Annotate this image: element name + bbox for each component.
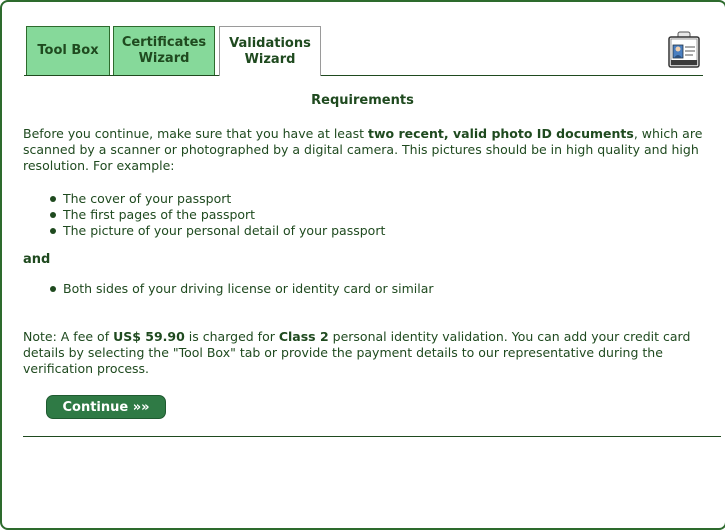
divider bbox=[23, 436, 721, 437]
list-item: The cover of your passport bbox=[49, 191, 385, 207]
and-label: and bbox=[23, 252, 51, 267]
list-item: The first pages of the passport bbox=[49, 207, 385, 223]
list-item: The picture of your personal detail of y… bbox=[49, 223, 386, 238]
tab-certificates-wizard[interactable]: Certificates Wizard bbox=[113, 26, 215, 75]
list-item: Both sides of your driving license or id… bbox=[50, 281, 434, 296]
tab-validations-wizard[interactable]: Validations Wizard bbox=[219, 26, 321, 76]
tab-validations-wizard-label: Validations Wizard bbox=[229, 35, 311, 67]
tab-certificates-wizard-label: Certificates Wizard bbox=[121, 35, 207, 66]
continue-button[interactable]: Continue »» bbox=[46, 395, 166, 419]
tab-tool-box[interactable]: Tool Box bbox=[26, 26, 110, 75]
passport-list: The cover of your passport The first pag… bbox=[23, 191, 385, 239]
app-frame bbox=[0, 0, 725, 530]
id-badge-icon bbox=[668, 31, 700, 68]
fee-note: Note: A fee of US$ 59.90 is charged for … bbox=[23, 329, 691, 376]
tab-tool-box-label: Tool Box bbox=[37, 43, 99, 58]
license-list: Both sides of your driving license or id… bbox=[23, 281, 434, 297]
tab-bar: Tool Box Certificates Wizard Validations W… bbox=[24, 25, 703, 76]
page-title: Requirements bbox=[311, 93, 414, 108]
intro-paragraph: Before you continue, make sure that you … bbox=[23, 126, 703, 173]
